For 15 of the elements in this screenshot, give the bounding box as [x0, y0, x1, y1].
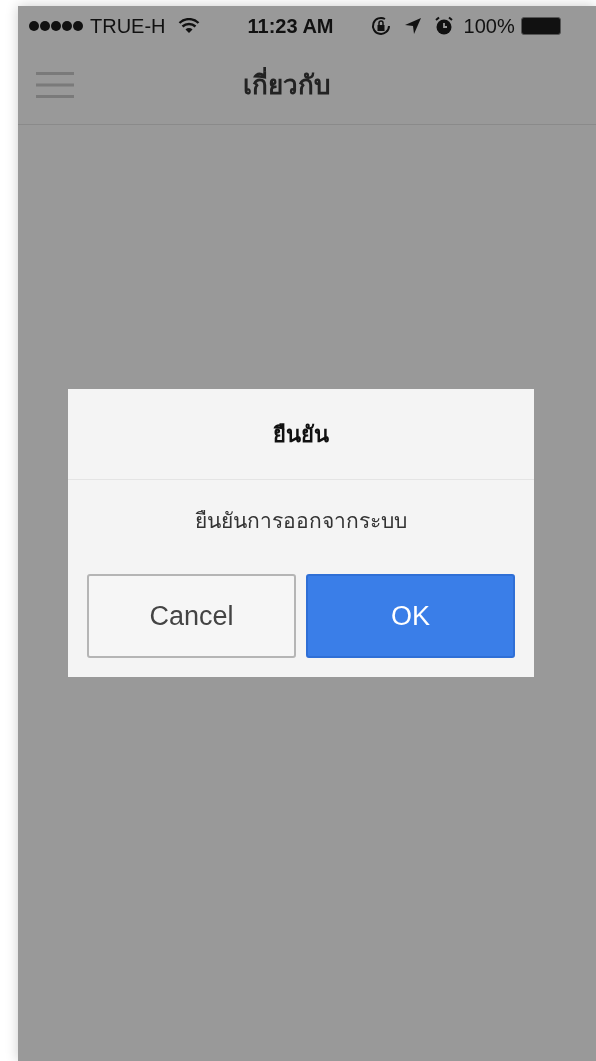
dialog-message: ยืนยันการออกจากระบบ	[195, 508, 407, 535]
ok-button[interactable]: OK	[306, 574, 515, 658]
rotation-lock-icon	[369, 15, 392, 37]
battery-icon	[520, 17, 561, 35]
menu-icon[interactable]	[36, 71, 74, 99]
clock-time: 11:23 AM	[247, 14, 334, 39]
dialog-title: ยืนยัน	[273, 420, 329, 449]
alarm-clock-icon	[433, 16, 454, 36]
wifi-icon	[177, 18, 200, 34]
cancel-button[interactable]: Cancel	[87, 574, 296, 658]
battery-percent: 100%	[463, 14, 515, 39]
signal-icon	[28, 20, 84, 32]
carrier-name: TRUE-H	[90, 14, 166, 39]
page-title: เกี่ยวกับ	[243, 65, 331, 105]
location-arrow-icon	[403, 17, 422, 35]
